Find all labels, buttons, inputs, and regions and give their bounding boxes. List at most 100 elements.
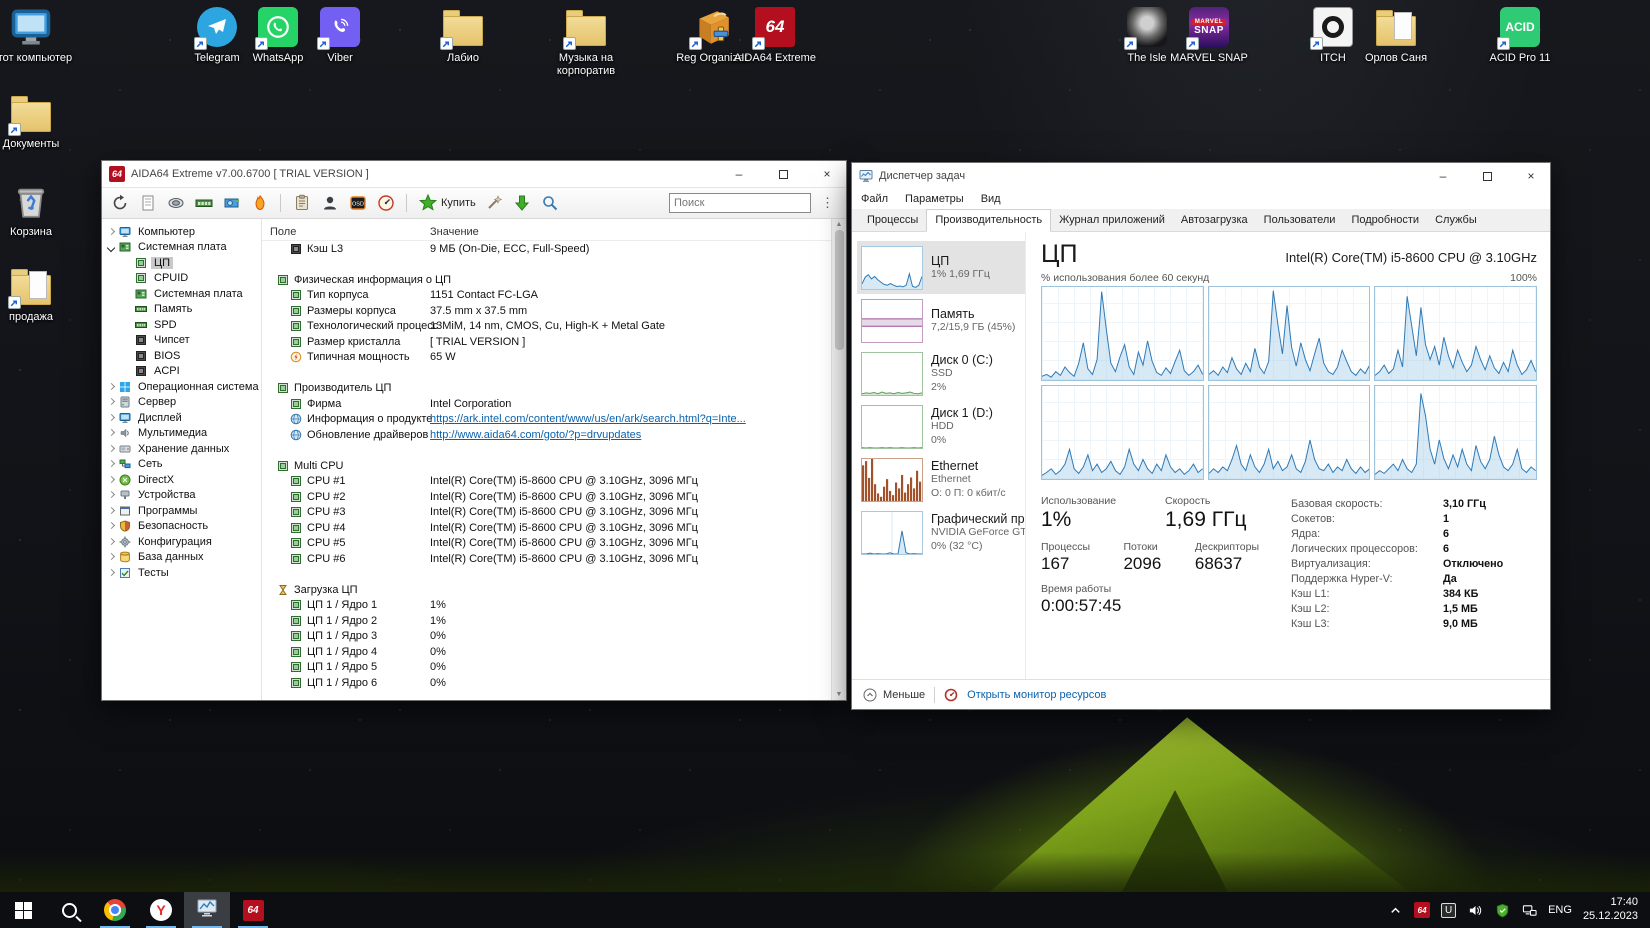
- desktop-icon-viber[interactable]: Viber: [298, 6, 382, 65]
- taskbar-yandex-button[interactable]: Y: [138, 892, 184, 928]
- chevron-right-icon[interactable]: [107, 507, 115, 515]
- tab-пользователи[interactable]: Пользователи: [1256, 210, 1344, 231]
- taskbar-chrome-button[interactable]: [92, 892, 138, 928]
- taskbar-search-button[interactable]: [46, 892, 92, 928]
- aida64-titlebar[interactable]: 64 AIDA64 Extreme v7.00.6700 [ TRIAL VER…: [102, 161, 846, 187]
- gpu-toolbar-icon[interactable]: [222, 194, 241, 213]
- scrollbar-thumb[interactable]: [835, 230, 844, 350]
- table-row[interactable]: Технологический процесс13MiM, 14 nm, CMO…: [262, 319, 831, 335]
- table-row[interactable]: ЦП 1 / Ядро 21%: [262, 613, 831, 629]
- tree-item-системная-плата[interactable]: Системная плата: [102, 240, 261, 256]
- chevron-right-icon[interactable]: [107, 522, 115, 530]
- perf-sidebar-eth[interactable]: EthernetEthernetО: 0 П: 0 кбит/с: [857, 453, 1025, 506]
- tree-item-сеть[interactable]: Сеть: [102, 457, 261, 473]
- tab-производительность[interactable]: Производительность: [926, 209, 1051, 232]
- desktop-icon-этот-компьютер[interactable]: Этот компьютер: [0, 6, 73, 65]
- cpu-toolbar-icon[interactable]: [166, 194, 185, 213]
- chevron-right-icon[interactable]: [107, 445, 115, 453]
- tree-item-системная-плата[interactable]: Системная плата: [102, 286, 261, 302]
- start-button[interactable]: [0, 892, 46, 928]
- table-row[interactable]: ФирмаIntel Corporation: [262, 396, 831, 412]
- tree-item-чипсет[interactable]: Чипсет: [102, 333, 261, 349]
- table-row[interactable]: ЦП 1 / Ядро 30%: [262, 629, 831, 645]
- table-row[interactable]: Кэш L39 МБ (On-Die, ECC, Full-Speed): [262, 241, 831, 257]
- desktop-icon-корзина[interactable]: Корзина: [0, 180, 73, 239]
- chevron-right-icon[interactable]: [107, 476, 115, 484]
- taskmgr-close-button[interactable]: ×: [1512, 163, 1550, 189]
- row-link[interactable]: http://www.aida64.com/goto/?p=drvupdates: [430, 429, 641, 441]
- tab-службы[interactable]: Службы: [1427, 210, 1485, 231]
- search-input[interactable]: [669, 193, 811, 213]
- wand-toolbar-icon[interactable]: [485, 194, 504, 213]
- table-row[interactable]: Размер кристалла[ TRIAL VERSION ]: [262, 334, 831, 350]
- buy-button[interactable]: Купить: [418, 194, 476, 213]
- volume-icon[interactable]: [1467, 902, 1483, 918]
- tray-utorrent-icon[interactable]: U: [1441, 903, 1456, 918]
- tree-item-мультимедиа[interactable]: Мультимедиа: [102, 426, 261, 442]
- sensors-toolbar-icon[interactable]: [250, 194, 269, 213]
- table-row[interactable]: ЦП 1 / Ядро 60%: [262, 675, 831, 691]
- table-row[interactable]: CPU #5Intel(R) Core(TM) i5-8600 CPU @ 3.…: [262, 536, 831, 552]
- open-resource-monitor-link[interactable]: Открыть монитор ресурсов: [967, 689, 1106, 701]
- table-row[interactable]: Физическая информация о ЦП: [262, 272, 831, 288]
- desktop-icon-документы[interactable]: Документы: [0, 92, 73, 151]
- column-value[interactable]: Значение: [430, 226, 479, 238]
- table-row[interactable]: CPU #6Intel(R) Core(TM) i5-8600 CPU @ 3.…: [262, 551, 831, 567]
- row-spacer[interactable]: [262, 443, 831, 459]
- table-row[interactable]: Обновление драйверовhttp://www.aida64.co…: [262, 427, 831, 443]
- tab-подробности[interactable]: Подробности: [1343, 210, 1427, 231]
- aida64-column-headers[interactable]: Поле Значение: [262, 224, 831, 241]
- refresh-toolbar-icon[interactable]: [110, 194, 129, 213]
- chevron-right-icon[interactable]: [107, 491, 115, 499]
- table-row[interactable]: CPU #2Intel(R) Core(TM) i5-8600 CPU @ 3.…: [262, 489, 831, 505]
- aida64-maximize-button[interactable]: [764, 161, 802, 187]
- aida64-close-button[interactable]: ×: [808, 161, 846, 187]
- tree-item-безопасность[interactable]: Безопасность: [102, 519, 261, 535]
- menu-файл[interactable]: Файл: [861, 193, 888, 205]
- tree-item-cpuid[interactable]: CPUID: [102, 271, 261, 287]
- tree-item-устройства[interactable]: Устройства: [102, 488, 261, 504]
- taskmgr-maximize-button[interactable]: [1468, 163, 1506, 189]
- table-row[interactable]: CPU #4Intel(R) Core(TM) i5-8600 CPU @ 3.…: [262, 520, 831, 536]
- find-toolbar-icon[interactable]: [541, 194, 560, 213]
- table-row[interactable]: ЦП 1 / Ядро 50%: [262, 660, 831, 676]
- benchmark-toolbar-icon[interactable]: [292, 194, 311, 213]
- table-row[interactable]: Загрузка ЦП: [262, 582, 831, 598]
- perf-sidebar-gpu[interactable]: Графический проNVIDIA GeForce GTX 1050% …: [857, 506, 1025, 559]
- tree-item-сервер[interactable]: Сервер: [102, 395, 261, 411]
- table-row[interactable]: Информация о продуктеhttps://ark.intel.c…: [262, 412, 831, 428]
- taskbar-aida64-button[interactable]: 64: [230, 892, 276, 928]
- perf-sidebar-disk0[interactable]: Диск 0 (C:)SSD2%: [857, 347, 1025, 400]
- column-field[interactable]: Поле: [262, 226, 430, 238]
- tab-процессы[interactable]: Процессы: [859, 210, 926, 231]
- tray-chevron-up-icon[interactable]: [1387, 902, 1403, 918]
- tree-item-цп[interactable]: ЦП: [102, 255, 261, 271]
- tray-aida64-icon[interactable]: 64: [1414, 902, 1430, 918]
- chevron-right-icon[interactable]: [107, 553, 115, 561]
- desktop-icon-marvel-snap[interactable]: MARVELSNAPMARVEL SNAP: [1167, 6, 1251, 65]
- row-spacer[interactable]: [262, 365, 831, 381]
- desktop-icon-музыка-на-корпоратив[interactable]: Музыка на корпоратив: [544, 6, 628, 78]
- tree-item-хранение-данных[interactable]: Хранение данных: [102, 441, 261, 457]
- desktop-icon-лабио[interactable]: Лабио: [421, 6, 505, 65]
- update-toolbar-icon[interactable]: [513, 194, 532, 213]
- tab-автозагрузка[interactable]: Автозагрузка: [1173, 210, 1256, 231]
- tree-item-память[interactable]: Память: [102, 302, 261, 318]
- antivirus-shield-icon[interactable]: [1494, 902, 1510, 918]
- fewer-details-button[interactable]: Меньше: [863, 688, 925, 702]
- network-icon[interactable]: [1521, 902, 1537, 918]
- chevron-right-icon[interactable]: [107, 538, 115, 546]
- language-indicator[interactable]: ENG: [1548, 904, 1572, 916]
- chevron-right-icon[interactable]: [107, 429, 115, 437]
- tree-item-directx[interactable]: DirectX: [102, 472, 261, 488]
- tab-журнал-приложений[interactable]: Журнал приложений: [1051, 210, 1173, 231]
- row-spacer[interactable]: [262, 567, 831, 583]
- chevron-right-icon[interactable]: [107, 383, 115, 391]
- chevron-right-icon[interactable]: [107, 414, 115, 422]
- tree-item-bios[interactable]: BIOS: [102, 348, 261, 364]
- osd-toolbar-icon[interactable]: OSD: [348, 194, 367, 213]
- clock[interactable]: 17:40 25.12.2023: [1583, 896, 1638, 924]
- desktop-icon-aida64-extreme[interactable]: 64AIDA64 Extreme: [733, 6, 817, 65]
- tree-item-конфигурация[interactable]: Конфигурация: [102, 534, 261, 550]
- chevron-right-icon[interactable]: [107, 569, 115, 577]
